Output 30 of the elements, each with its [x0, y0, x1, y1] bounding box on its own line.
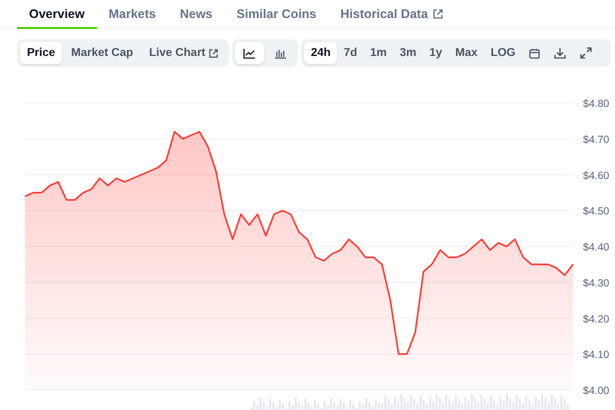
- time-range-button[interactable]: 3m: [393, 42, 423, 64]
- time-range-button[interactable]: 7d: [337, 42, 364, 64]
- download-icon: [554, 47, 566, 59]
- chart-type-button[interactable]: Live Chart: [142, 42, 226, 64]
- expand-icon: [580, 47, 592, 59]
- time-range-button[interactable]: LOG: [484, 42, 522, 64]
- chart-type-button[interactable]: Price: [20, 42, 62, 64]
- tab[interactable]: Markets: [96, 0, 168, 29]
- y-axis-label: $4.40: [583, 242, 610, 254]
- tab[interactable]: News: [168, 0, 224, 29]
- y-axis-label: $4.10: [583, 349, 610, 362]
- time-range-button[interactable]: Max: [448, 42, 484, 64]
- bar-chart-icon: [274, 48, 288, 58]
- time-range-button[interactable]: 24h: [304, 42, 338, 64]
- line-chart-icon: [243, 48, 256, 58]
- y-axis-label: $4.50: [583, 206, 610, 218]
- y-axis-label: $4.60: [583, 170, 610, 182]
- tab[interactable]: Historical Data: [328, 0, 456, 29]
- y-axis-label: $4.30: [583, 277, 610, 290]
- y-axis-label: $4.00: [583, 385, 610, 397]
- time-range-button[interactable]: 1m: [364, 42, 394, 64]
- calendar-icon: [528, 48, 540, 58]
- y-axis-label: $4.80: [583, 98, 610, 110]
- tab[interactable]: Similar Coins: [224, 0, 328, 29]
- chart-type-button[interactable]: Market Cap: [64, 42, 140, 64]
- tab[interactable]: Overview: [17, 0, 97, 29]
- time-range-button[interactable]: 1y: [422, 42, 449, 64]
- line-chart-button[interactable]: [235, 42, 264, 64]
- y-axis-label: $4.70: [583, 134, 610, 146]
- y-axis-label: $4.20: [583, 313, 610, 326]
